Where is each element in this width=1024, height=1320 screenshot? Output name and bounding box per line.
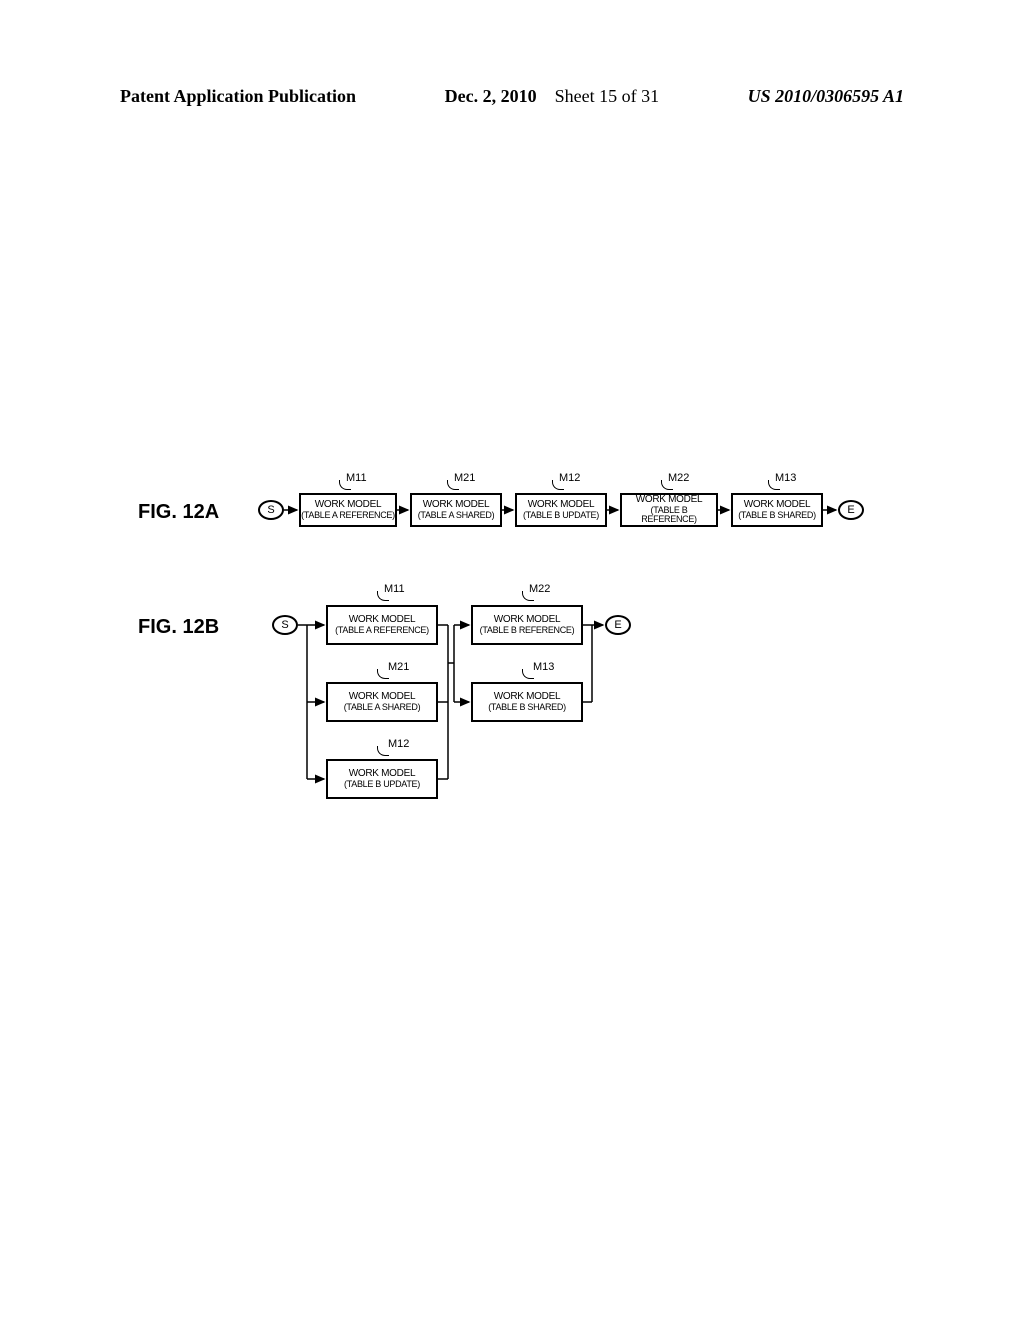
start-text: S [281,619,288,631]
fig12b-end-node: E [605,615,631,635]
box-title: WORK MODEL [494,615,560,626]
box-title: WORK MODEL [349,615,415,626]
box-title: WORK MODEL [349,769,415,780]
box-sub: (TABLE B UPDATE) [344,780,420,789]
box-title: WORK MODEL [315,500,381,511]
box-sub: (TABLE B REFERENCE) [622,506,716,525]
end-text: E [614,619,621,631]
ref-b-m21: M21 [388,661,409,673]
header-date: Dec. 2, 2010 [445,86,537,106]
fig12b-start-node: S [272,615,298,635]
box-sub: (TABLE A SHARED) [418,511,495,520]
box-sub: (TABLE A SHARED) [344,703,421,712]
box-title: WORK MODEL [528,500,594,511]
fig12a-box-m12: WORK MODEL (TABLE B UPDATE) [515,493,607,527]
box-sub: (TABLE B REFERENCE) [480,626,575,635]
fig12a-box-m21: WORK MODEL (TABLE A SHARED) [410,493,502,527]
fig12a-box-m11: WORK MODEL (TABLE A REFERENCE) [299,493,397,527]
ref-b-m12: M12 [388,738,409,750]
fig12b-arrows [0,0,1024,1320]
end-text: E [847,504,854,516]
header-pub: US 2010/0306595 A1 [748,86,904,107]
header-left: Patent Application Publication [120,86,356,107]
box-title: WORK MODEL [349,692,415,703]
box-sub: (TABLE B SHARED) [488,703,566,712]
fig12b-box-m11: WORK MODEL (TABLE A REFERENCE) [326,605,438,645]
page-header: Patent Application Publication Dec. 2, 2… [120,86,904,107]
box-sub: (TABLE B SHARED) [738,511,816,520]
fig12b-label: FIG. 12B [138,616,219,639]
fig12a-box-m13: WORK MODEL (TABLE B SHARED) [731,493,823,527]
box-title: WORK MODEL [423,500,489,511]
box-title: WORK MODEL [494,692,560,703]
ref-b-m13: M13 [533,661,554,673]
fig12b-box-m12: WORK MODEL (TABLE B UPDATE) [326,759,438,799]
box-sub: (TABLE B UPDATE) [523,511,599,520]
box-title: WORK MODEL [744,500,810,511]
fig12a-box-m22: WORK MODEL (TABLE B REFERENCE) [620,493,718,527]
box-sub: (TABLE A REFERENCE) [301,511,395,520]
header-sheet: Sheet 15 of 31 [555,86,659,106]
fig12b-box-m22: WORK MODEL (TABLE B REFERENCE) [471,605,583,645]
fig12a-arrows [0,0,1024,1320]
fig12b-box-m13: WORK MODEL (TABLE B SHARED) [471,682,583,722]
box-sub: (TABLE A REFERENCE) [335,626,429,635]
fig12a-start-node: S [258,500,284,520]
fig12b-box-m21: WORK MODEL (TABLE A SHARED) [326,682,438,722]
start-text: S [267,504,274,516]
fig12a-label: FIG. 12A [138,501,219,524]
fig12a-end-node: E [838,500,864,520]
